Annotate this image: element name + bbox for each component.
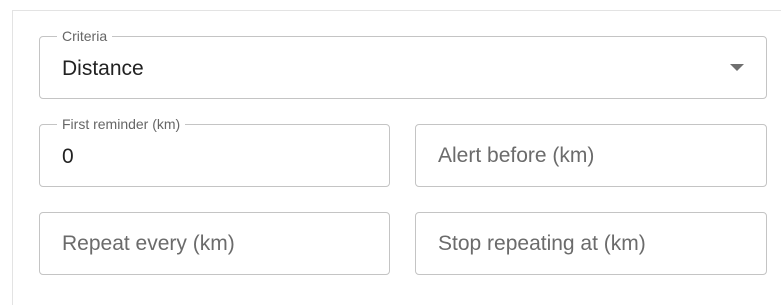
alert-before-input[interactable]: Alert before (km): [415, 124, 767, 187]
first-reminder-value: 0: [62, 145, 74, 168]
criteria-label: Criteria: [57, 28, 113, 44]
criteria-select[interactable]: Criteria Distance: [39, 28, 767, 99]
first-reminder-label: First reminder (km): [57, 116, 186, 132]
alert-before-placeholder: Alert before (km): [438, 144, 595, 167]
stop-repeating-at-input[interactable]: Stop repeating at (km): [415, 212, 767, 275]
criteria-value: Distance: [62, 57, 144, 80]
chevron-down-icon[interactable]: [730, 64, 744, 71]
first-reminder-input[interactable]: First reminder (km) 0: [39, 116, 390, 187]
repeat-every-placeholder: Repeat every (km): [62, 232, 235, 255]
repeat-every-input[interactable]: Repeat every (km): [39, 212, 390, 275]
stop-repeating-at-placeholder: Stop repeating at (km): [438, 232, 646, 255]
